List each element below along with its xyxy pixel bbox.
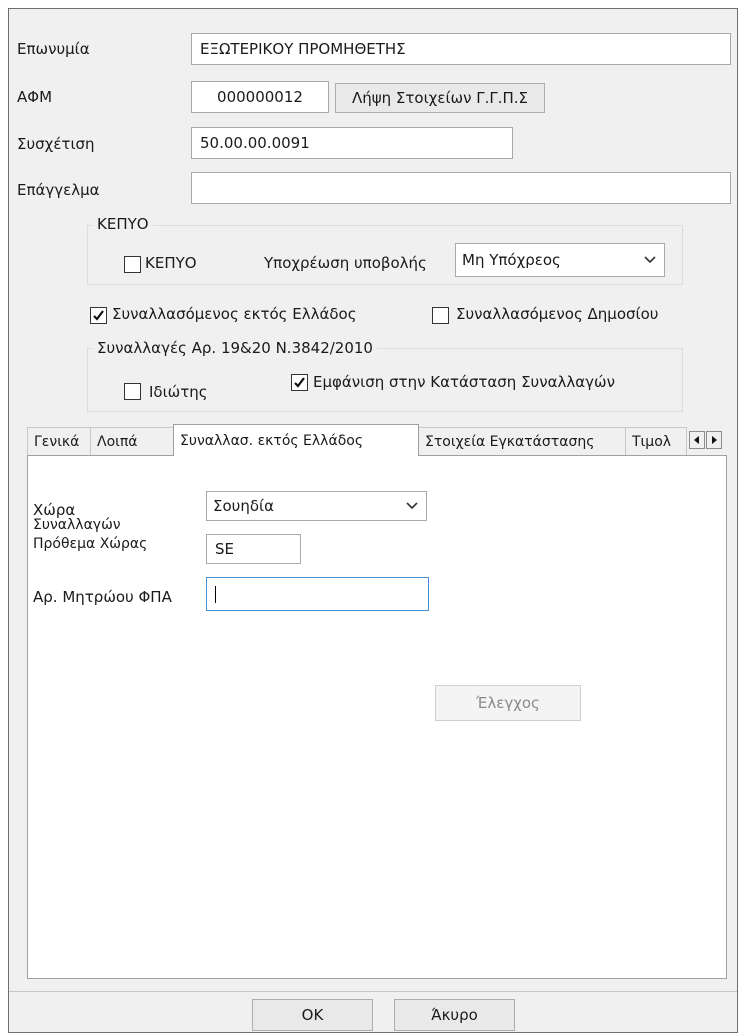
text-cursor [215, 586, 216, 603]
prefix-value: SE [215, 540, 234, 558]
obligation-select[interactable]: Μη Υπόχρεος [455, 243, 665, 277]
tab-installation[interactable]: Στοιχεία Εγκατάστασης [418, 427, 626, 455]
checkmark-icon [93, 310, 104, 321]
abroad-checkbox[interactable] [90, 307, 107, 324]
supplier-dialog: Επωνυμία ΕΞΩΤΕΡΙΚΟΥ ΠΡΟΜΗΘΕΤΗΣ ΑΦΜ 00000… [8, 8, 738, 1033]
afm-value: 000000012 [217, 88, 303, 106]
tab-invoicing[interactable]: Τιμολ [625, 427, 687, 455]
tab-other-label: Λοιπά [97, 433, 138, 450]
afm-label: ΑΦΜ [17, 88, 53, 106]
individual-checkbox[interactable] [124, 383, 141, 400]
profession-label: Επάγγελμα [17, 181, 100, 199]
tab-scroll-left-button[interactable] [689, 431, 705, 449]
country-label-line2: Συναλλαγών [33, 517, 121, 533]
cancel-button[interactable]: Άκυρο [394, 999, 515, 1031]
individual-label: Ιδιώτης [149, 383, 208, 401]
chevron-down-icon [644, 256, 656, 264]
tab-panel [27, 455, 727, 979]
tab-general-label: Γενικά [34, 433, 80, 450]
kepyo-checkbox[interactable] [124, 256, 141, 273]
kepyo-checkbox-label: ΚΕΠΥΟ [145, 254, 197, 272]
show-in-report-checkbox[interactable] [291, 374, 308, 391]
relation-field[interactable]: 50.00.00.0091 [191, 127, 513, 159]
arrow-right-icon [712, 436, 717, 444]
obligation-value: Μη Υπόχρεος [462, 251, 561, 269]
relation-value: 50.00.00.0091 [200, 134, 310, 152]
tab-scroll-right-button[interactable] [706, 431, 722, 449]
ok-button-label: OK [301, 1006, 324, 1024]
tab-abroad-transactions[interactable]: Συναλλασ. εκτός Ελλάδος [173, 424, 419, 456]
abroad-label: Συναλλασόμενος εκτός Ελλάδος [112, 305, 357, 323]
tab-abroad-transactions-label: Συναλλασ. εκτός Ελλάδος [180, 432, 364, 449]
chevron-down-icon [406, 502, 418, 510]
name-field[interactable]: ΕΞΩΤΕΡΙΚΟΥ ΠΡΟΜΗΘΕΤΗΣ [191, 33, 731, 65]
kepyo-group-title: ΚΕΠΥΟ [93, 215, 153, 233]
vat-number-field[interactable] [206, 577, 429, 611]
transactions-group-title: Συναλλαγές Αρ. 19&20 Ν.3842/2010 [93, 339, 377, 357]
country-select[interactable]: Σουηδία [206, 491, 427, 521]
profession-field[interactable] [191, 172, 731, 204]
show-in-report-label: Εμφάνιση στην Κατάσταση Συναλλαγών [313, 373, 615, 391]
tab-invoicing-label: Τιμολ [632, 433, 672, 450]
name-label: Επωνυμία [17, 40, 90, 58]
vat-number-label: Αρ. Μητρώου ΦΠΑ [33, 588, 172, 606]
checkmark-icon [294, 377, 305, 388]
tab-installation-label: Στοιχεία Εγκατάστασης [425, 433, 595, 450]
public-checkbox[interactable] [432, 307, 449, 324]
footer-divider [9, 991, 737, 992]
country-value: Σουηδία [213, 497, 274, 515]
gsis-fetch-button[interactable]: Λήψη Στοιχείων Γ.Γ.Π.Σ [335, 83, 545, 113]
afm-field[interactable]: 000000012 [191, 81, 329, 113]
cancel-button-label: Άκυρο [431, 1006, 478, 1024]
arrow-left-icon [694, 436, 699, 444]
obligation-label: Υποχρέωση υποβολής [264, 254, 427, 272]
prefix-label: Πρόθεμα Χώρας [33, 536, 148, 552]
tab-other[interactable]: Λοιπά [90, 427, 176, 455]
check-button-label: Έλεγχος [476, 694, 540, 712]
check-button[interactable]: Έλεγχος [435, 685, 581, 721]
gsis-fetch-label: Λήψη Στοιχείων Γ.Γ.Π.Σ [351, 89, 529, 107]
tab-general[interactable]: Γενικά [27, 427, 91, 455]
prefix-field[interactable]: SE [206, 534, 301, 564]
public-label: Συναλλασόμενος Δημοσίου [456, 305, 659, 323]
ok-button[interactable]: OK [252, 999, 373, 1031]
name-value: ΕΞΩΤΕΡΙΚΟΥ ΠΡΟΜΗΘΕΤΗΣ [200, 40, 406, 58]
relation-label: Συσχέτιση [17, 135, 95, 153]
